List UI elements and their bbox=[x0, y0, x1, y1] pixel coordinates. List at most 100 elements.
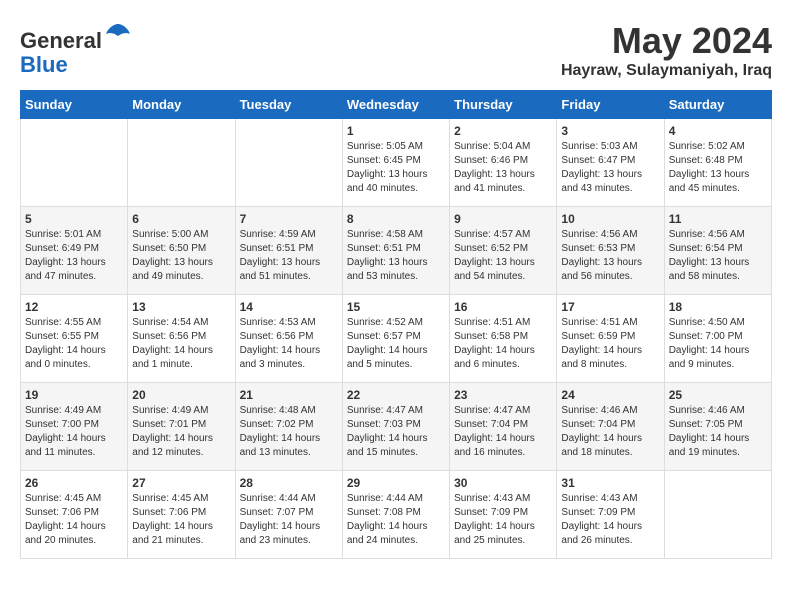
calendar-cell: 11 Sunrise: 4:56 AM Sunset: 6:54 PM Dayli… bbox=[664, 207, 771, 295]
day-number: 24 bbox=[561, 388, 659, 402]
day-info: Sunrise: 5:00 AM Sunset: 6:50 PM Dayligh… bbox=[132, 228, 230, 284]
day-number: 2 bbox=[454, 124, 552, 138]
day-number: 17 bbox=[561, 300, 659, 314]
day-number: 9 bbox=[454, 212, 552, 226]
day-number: 19 bbox=[25, 388, 123, 402]
calendar-week-row: 19 Sunrise: 4:49 AM Sunset: 7:00 PM Dayli… bbox=[21, 383, 772, 471]
day-number: 26 bbox=[25, 476, 123, 490]
day-number: 20 bbox=[132, 388, 230, 402]
day-number: 10 bbox=[561, 212, 659, 226]
calendar-cell: 6 Sunrise: 5:00 AM Sunset: 6:50 PM Daylig… bbox=[128, 207, 235, 295]
calendar-cell: 27 Sunrise: 4:45 AM Sunset: 7:06 PM Dayli… bbox=[128, 471, 235, 559]
calendar-cell: 7 Sunrise: 4:59 AM Sunset: 6:51 PM Daylig… bbox=[235, 207, 342, 295]
day-info: Sunrise: 5:01 AM Sunset: 6:49 PM Dayligh… bbox=[25, 228, 123, 284]
day-info: Sunrise: 4:49 AM Sunset: 7:01 PM Dayligh… bbox=[132, 404, 230, 460]
calendar-cell: 28 Sunrise: 4:44 AM Sunset: 7:07 PM Dayli… bbox=[235, 471, 342, 559]
calendar-cell: 23 Sunrise: 4:47 AM Sunset: 7:04 PM Dayli… bbox=[450, 383, 557, 471]
calendar-cell: 16Sunrise: 4:51 AM Sunset: 6:58 PM Dayli… bbox=[450, 295, 557, 383]
calendar-cell: 26 Sunrise: 4:45 AM Sunset: 7:06 PM Dayli… bbox=[21, 471, 128, 559]
location: Hayraw, Sulaymaniyah, Iraq bbox=[561, 62, 772, 80]
logo-general: General bbox=[20, 28, 102, 53]
day-info: Sunrise: 4:50 AM Sunset: 7:00 PM Dayligh… bbox=[669, 316, 767, 372]
calendar-week-row: 5 Sunrise: 5:01 AM Sunset: 6:49 PM Daylig… bbox=[21, 207, 772, 295]
day-info: Sunrise: 4:44 AM Sunset: 7:07 PM Dayligh… bbox=[240, 492, 338, 548]
calendar-header-row: SundayMondayTuesdayWednesdayThursdayFrid… bbox=[21, 91, 772, 119]
day-info: Sunrise: 4:57 AM Sunset: 6:52 PM Dayligh… bbox=[454, 228, 552, 284]
day-number: 6 bbox=[132, 212, 230, 226]
day-info: Sunrise: 5:04 AM Sunset: 6:46 PM Dayligh… bbox=[454, 140, 552, 196]
calendar-cell bbox=[21, 119, 128, 207]
day-info: Sunrise: 4:48 AM Sunset: 7:02 PM Dayligh… bbox=[240, 404, 338, 460]
day-info: Sunrise: 4:52 AM Sunset: 6:57 PM Dayligh… bbox=[347, 316, 445, 372]
day-info: Sunrise: 4:47 AM Sunset: 7:04 PM Dayligh… bbox=[454, 404, 552, 460]
calendar-week-row: 1Sunrise: 5:05 AM Sunset: 6:45 PM Daylig… bbox=[21, 119, 772, 207]
calendar-cell: 22Sunrise: 4:47 AM Sunset: 7:03 PM Dayli… bbox=[342, 383, 449, 471]
day-of-week-wednesday: Wednesday bbox=[342, 91, 449, 119]
day-number: 5 bbox=[25, 212, 123, 226]
calendar-cell: 20 Sunrise: 4:49 AM Sunset: 7:01 PM Dayli… bbox=[128, 383, 235, 471]
day-number: 3 bbox=[561, 124, 659, 138]
logo: General Blue bbox=[20, 20, 132, 77]
day-number: 13 bbox=[132, 300, 230, 314]
day-number: 25 bbox=[669, 388, 767, 402]
day-of-week-saturday: Saturday bbox=[664, 91, 771, 119]
day-info: Sunrise: 4:59 AM Sunset: 6:51 PM Dayligh… bbox=[240, 228, 338, 284]
day-info: Sunrise: 5:03 AM Sunset: 6:47 PM Dayligh… bbox=[561, 140, 659, 196]
calendar-cell: 9 Sunrise: 4:57 AM Sunset: 6:52 PM Daylig… bbox=[450, 207, 557, 295]
calendar-table: SundayMondayTuesdayWednesdayThursdayFrid… bbox=[20, 90, 772, 559]
day-info: Sunrise: 4:58 AM Sunset: 6:51 PM Dayligh… bbox=[347, 228, 445, 284]
month-title: May 2024 bbox=[561, 20, 772, 62]
day-number: 27 bbox=[132, 476, 230, 490]
calendar-cell: 8Sunrise: 4:58 AM Sunset: 6:51 PM Daylig… bbox=[342, 207, 449, 295]
day-info: Sunrise: 4:46 AM Sunset: 7:04 PM Dayligh… bbox=[561, 404, 659, 460]
calendar-week-row: 12Sunrise: 4:55 AM Sunset: 6:55 PM Dayli… bbox=[21, 295, 772, 383]
calendar-cell: 25 Sunrise: 4:46 AM Sunset: 7:05 PM Dayli… bbox=[664, 383, 771, 471]
day-info: Sunrise: 4:54 AM Sunset: 6:56 PM Dayligh… bbox=[132, 316, 230, 372]
day-info: Sunrise: 4:47 AM Sunset: 7:03 PM Dayligh… bbox=[347, 404, 445, 460]
day-info: Sunrise: 4:49 AM Sunset: 7:00 PM Dayligh… bbox=[25, 404, 123, 460]
day-number: 16 bbox=[454, 300, 552, 314]
day-number: 23 bbox=[454, 388, 552, 402]
day-of-week-monday: Monday bbox=[128, 91, 235, 119]
day-info: Sunrise: 4:53 AM Sunset: 6:56 PM Dayligh… bbox=[240, 316, 338, 372]
day-info: Sunrise: 4:46 AM Sunset: 7:05 PM Dayligh… bbox=[669, 404, 767, 460]
day-info: Sunrise: 4:55 AM Sunset: 6:55 PM Dayligh… bbox=[25, 316, 123, 372]
day-of-week-thursday: Thursday bbox=[450, 91, 557, 119]
calendar-cell: 10 Sunrise: 4:56 AM Sunset: 6:53 PM Dayli… bbox=[557, 207, 664, 295]
logo-bird-icon bbox=[104, 20, 132, 48]
calendar-cell: 13 Sunrise: 4:54 AM Sunset: 6:56 PM Dayli… bbox=[128, 295, 235, 383]
calendar-week-row: 26 Sunrise: 4:45 AM Sunset: 7:06 PM Dayli… bbox=[21, 471, 772, 559]
title-block: May 2024 Hayraw, Sulaymaniyah, Iraq bbox=[561, 20, 772, 80]
calendar-cell bbox=[664, 471, 771, 559]
calendar-cell: 3 Sunrise: 5:03 AM Sunset: 6:47 PM Daylig… bbox=[557, 119, 664, 207]
day-of-week-friday: Friday bbox=[557, 91, 664, 119]
day-number: 14 bbox=[240, 300, 338, 314]
calendar-cell: 24 Sunrise: 4:46 AM Sunset: 7:04 PM Dayli… bbox=[557, 383, 664, 471]
calendar-cell: 30Sunrise: 4:43 AM Sunset: 7:09 PM Dayli… bbox=[450, 471, 557, 559]
calendar-cell bbox=[235, 119, 342, 207]
day-info: Sunrise: 4:51 AM Sunset: 6:59 PM Dayligh… bbox=[561, 316, 659, 372]
day-info: Sunrise: 4:44 AM Sunset: 7:08 PM Dayligh… bbox=[347, 492, 445, 548]
day-number: 7 bbox=[240, 212, 338, 226]
day-info: Sunrise: 4:56 AM Sunset: 6:54 PM Dayligh… bbox=[669, 228, 767, 284]
calendar-cell: 19 Sunrise: 4:49 AM Sunset: 7:00 PM Dayli… bbox=[21, 383, 128, 471]
day-info: Sunrise: 5:02 AM Sunset: 6:48 PM Dayligh… bbox=[669, 140, 767, 196]
day-info: Sunrise: 4:45 AM Sunset: 7:06 PM Dayligh… bbox=[25, 492, 123, 548]
day-of-week-tuesday: Tuesday bbox=[235, 91, 342, 119]
day-number: 30 bbox=[454, 476, 552, 490]
calendar-cell: 29 Sunrise: 4:44 AM Sunset: 7:08 PM Dayli… bbox=[342, 471, 449, 559]
logo-blue: Blue bbox=[20, 52, 68, 77]
day-number: 29 bbox=[347, 476, 445, 490]
day-number: 28 bbox=[240, 476, 338, 490]
day-number: 21 bbox=[240, 388, 338, 402]
day-number: 11 bbox=[669, 212, 767, 226]
calendar-cell: 5 Sunrise: 5:01 AM Sunset: 6:49 PM Daylig… bbox=[21, 207, 128, 295]
calendar-cell: 21 Sunrise: 4:48 AM Sunset: 7:02 PM Dayli… bbox=[235, 383, 342, 471]
day-number: 4 bbox=[669, 124, 767, 138]
calendar-cell: 15Sunrise: 4:52 AM Sunset: 6:57 PM Dayli… bbox=[342, 295, 449, 383]
day-number: 1 bbox=[347, 124, 445, 138]
day-number: 18 bbox=[669, 300, 767, 314]
day-info: Sunrise: 4:56 AM Sunset: 6:53 PM Dayligh… bbox=[561, 228, 659, 284]
day-info: Sunrise: 4:45 AM Sunset: 7:06 PM Dayligh… bbox=[132, 492, 230, 548]
page-header: General Blue May 2024 Hayraw, Sulaymaniy… bbox=[20, 20, 772, 80]
